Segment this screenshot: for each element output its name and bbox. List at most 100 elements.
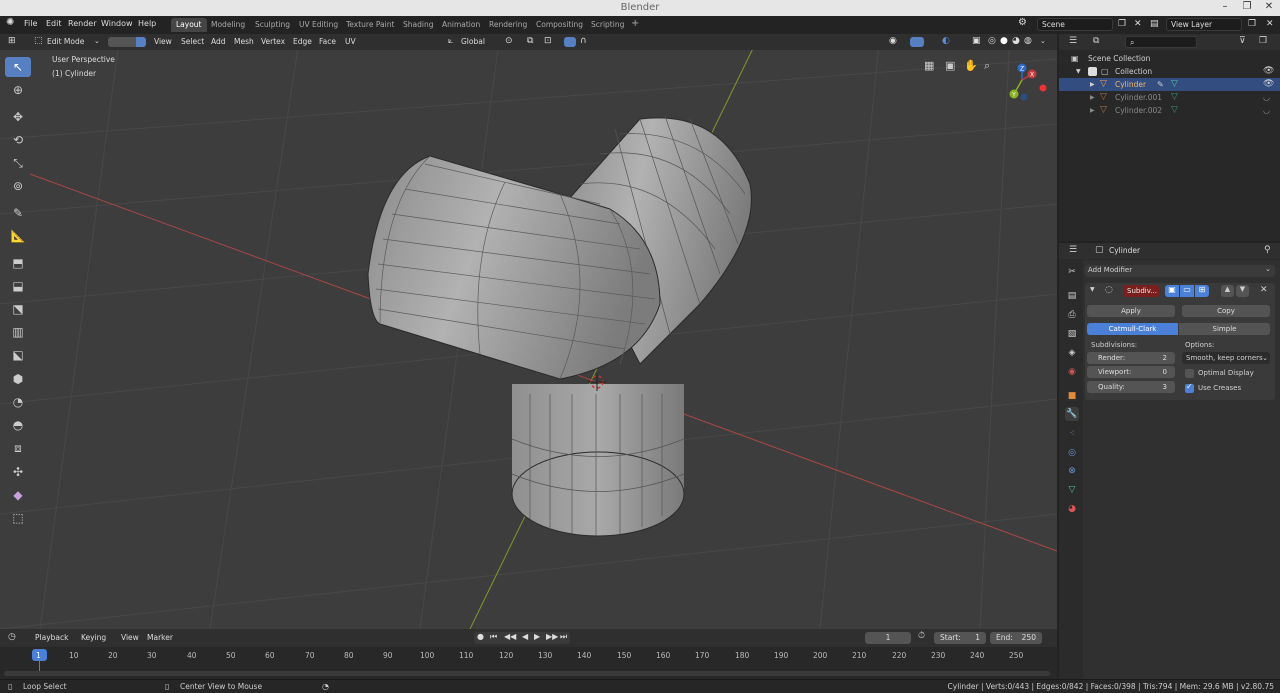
scene-field[interactable]: Scene bbox=[1037, 18, 1113, 31]
menu-edge[interactable]: Edge bbox=[293, 37, 312, 46]
select-box-tool-icon[interactable]: ↖ bbox=[5, 57, 31, 77]
menu-add[interactable]: Add bbox=[211, 37, 226, 46]
jump-end-icon[interactable]: ⏭ bbox=[560, 632, 567, 642]
axis-gizmo[interactable]: Z X Y bbox=[1002, 58, 1052, 108]
menu-vertex[interactable]: Vertex bbox=[261, 37, 285, 46]
mode-select[interactable]: Edit Mode bbox=[47, 37, 84, 46]
menu-file[interactable]: File bbox=[24, 19, 37, 28]
tab-rendering[interactable]: Rendering bbox=[484, 18, 532, 32]
timeline-editor-icon[interactable]: ◷ bbox=[8, 632, 16, 642]
current-frame-field[interactable]: 1 bbox=[865, 632, 911, 644]
tab-modeling[interactable]: Modeling bbox=[206, 18, 250, 32]
shading-options-chevron-icon[interactable]: ⌄ bbox=[1040, 37, 1046, 45]
collection-eye-icon[interactable]: 👁 bbox=[1263, 65, 1274, 78]
close-icon[interactable]: ✕ bbox=[1258, 1, 1280, 12]
pan-hand-icon[interactable]: ✋ bbox=[964, 59, 978, 72]
render-tab-icon[interactable]: ▤ bbox=[1065, 289, 1079, 303]
simple-button[interactable]: Simple bbox=[1179, 323, 1270, 335]
delete-view-layer-icon[interactable]: ✕ bbox=[1266, 19, 1274, 29]
menu-mesh[interactable]: Mesh bbox=[234, 37, 254, 46]
start-frame-field[interactable]: Start: 1 bbox=[934, 632, 986, 644]
viewport-levels-field[interactable]: Viewport: 0 bbox=[1087, 366, 1175, 378]
expand-icon[interactable]: ▶ bbox=[1090, 91, 1095, 104]
blender-logo-icon[interactable]: ✺ bbox=[6, 17, 14, 28]
minimize-icon[interactable]: – bbox=[1214, 1, 1236, 12]
expand-icon[interactable]: ▼ bbox=[1076, 65, 1081, 78]
wireframe-shading-icon[interactable]: ◎ bbox=[988, 36, 996, 46]
snap-target-icon[interactable]: ⊡ bbox=[544, 36, 552, 46]
rip-tool-icon[interactable]: ⬚ bbox=[5, 508, 31, 528]
cursor-tool-icon[interactable]: ⊕ bbox=[5, 80, 31, 100]
output-tab-icon[interactable]: ⎙ bbox=[1065, 308, 1079, 322]
bevel-tool-icon[interactable]: ⬔ bbox=[5, 299, 31, 319]
add-modifier-select[interactable]: Add Modifier ⌄ bbox=[1085, 265, 1275, 277]
tab-texture-paint[interactable]: Texture Paint bbox=[341, 18, 399, 32]
jump-start-icon[interactable]: ⏮ bbox=[490, 632, 497, 642]
spin-tool-icon[interactable]: ◔ bbox=[5, 392, 31, 412]
rotate-tool-icon[interactable]: ⟲ bbox=[5, 130, 31, 150]
viewport-display-toggle-icon[interactable]: ▭ bbox=[1180, 285, 1194, 297]
object-hidden-icon[interactable]: ◡ bbox=[1263, 104, 1270, 117]
apply-button[interactable]: Apply bbox=[1087, 305, 1175, 317]
object-hidden-icon[interactable]: ◡ bbox=[1263, 91, 1270, 104]
view-layer-tab-icon[interactable]: ▧ bbox=[1065, 327, 1079, 341]
tab-compositing[interactable]: Compositing bbox=[531, 18, 588, 32]
display-mode-icon[interactable]: ⧉ bbox=[1093, 36, 1099, 46]
use-creases-checkbox[interactable]: ✓ bbox=[1185, 382, 1194, 393]
outliner-search-input[interactable]: ⌕ bbox=[1125, 36, 1197, 48]
shear-tool-icon[interactable]: ◆ bbox=[5, 485, 31, 505]
constraints-tab-icon[interactable]: ⊗ bbox=[1065, 464, 1079, 478]
xray-icon[interactable]: ▣ bbox=[972, 36, 981, 46]
knife-tool-icon[interactable]: ⬕ bbox=[5, 345, 31, 365]
annotate-tool-icon[interactable]: ✎ bbox=[5, 203, 31, 223]
snap-icon[interactable]: ⧉ bbox=[527, 36, 533, 46]
proportional-edit-icon[interactable] bbox=[564, 37, 576, 47]
material-shading-icon[interactable]: ◕ bbox=[1012, 36, 1020, 46]
camera-view-icon[interactable]: ▦ bbox=[924, 59, 934, 72]
physics-tab-icon[interactable]: ◎ bbox=[1065, 446, 1079, 460]
overlays-icon[interactable]: ◐ bbox=[942, 36, 950, 46]
menu-edit[interactable]: Edit bbox=[46, 19, 62, 28]
3d-viewport[interactable]: User Perspective (1) Cylinder ▦ ▣ ✋ ⌕ Z … bbox=[0, 34, 1057, 629]
extrude-tool-icon[interactable]: ⬒ bbox=[5, 253, 31, 273]
menu-view[interactable]: View bbox=[154, 37, 172, 46]
scale-tool-icon[interactable]: ⤡ bbox=[5, 153, 31, 173]
tab-uv-editing[interactable]: UV Editing bbox=[294, 18, 343, 32]
end-frame-field[interactable]: End: 250 bbox=[990, 632, 1042, 644]
outliner-row-cylinder-002[interactable]: ▶ ▽ Cylinder.002 ▽ ◡ bbox=[1059, 104, 1280, 117]
editor-type-icon[interactable]: ⊞ bbox=[8, 36, 16, 46]
play-icon[interactable]: ▶ bbox=[534, 632, 540, 641]
rendered-shading-icon[interactable]: ◍ bbox=[1024, 36, 1032, 46]
scene-tab-icon[interactable]: ◈ bbox=[1065, 346, 1079, 360]
particles-tab-icon[interactable]: ⁖ bbox=[1065, 427, 1079, 441]
expand-icon[interactable]: ▶ bbox=[1090, 78, 1095, 91]
loop-cut-tool-icon[interactable]: ▥ bbox=[5, 322, 31, 342]
tab-sculpting[interactable]: Sculpting bbox=[250, 18, 295, 32]
solid-shading-icon[interactable]: ● bbox=[1000, 36, 1008, 46]
menu-view[interactable]: View bbox=[121, 633, 139, 642]
new-collection-icon[interactable]: ❐ bbox=[1259, 36, 1267, 46]
tool-tab-icon[interactable]: ✂ bbox=[1065, 265, 1079, 279]
move-down-icon[interactable]: ▼ bbox=[1236, 285, 1249, 297]
filter-icon[interactable]: ⊽ bbox=[1239, 36, 1246, 46]
stopwatch-icon[interactable]: ⏱ bbox=[918, 631, 925, 641]
move-up-icon[interactable]: ▲ bbox=[1221, 285, 1234, 297]
menu-playback[interactable]: Playback bbox=[35, 633, 68, 642]
menu-marker[interactable]: Marker bbox=[147, 633, 173, 642]
camera-icon[interactable]: ▣ bbox=[945, 59, 955, 72]
expand-icon[interactable]: ▶ bbox=[1090, 104, 1095, 117]
add-workspace-button[interactable]: + bbox=[626, 16, 644, 30]
quality-field[interactable]: Quality: 3 bbox=[1087, 381, 1175, 393]
new-view-layer-icon[interactable]: ❐ bbox=[1248, 19, 1256, 29]
material-tab-icon[interactable]: ◕ bbox=[1065, 502, 1079, 516]
orientation-select[interactable]: Global bbox=[461, 37, 485, 46]
jump-keyframe-forward-icon[interactable]: ▶▶ bbox=[546, 632, 558, 641]
outliner-row-collection[interactable]: ▼ ▢ Collection 👁 bbox=[1059, 65, 1280, 78]
mode-chevron-icon[interactable]: ⌄ bbox=[94, 37, 100, 45]
zoom-icon[interactable]: ⌕ bbox=[984, 59, 990, 73]
menu-uv[interactable]: UV bbox=[345, 37, 356, 46]
world-tab-icon[interactable]: ◉ bbox=[1065, 365, 1079, 379]
tab-shading[interactable]: Shading bbox=[398, 18, 438, 32]
visibility-icon[interactable]: ◉ bbox=[889, 36, 897, 46]
measure-tool-icon[interactable]: 📐 bbox=[5, 226, 31, 246]
